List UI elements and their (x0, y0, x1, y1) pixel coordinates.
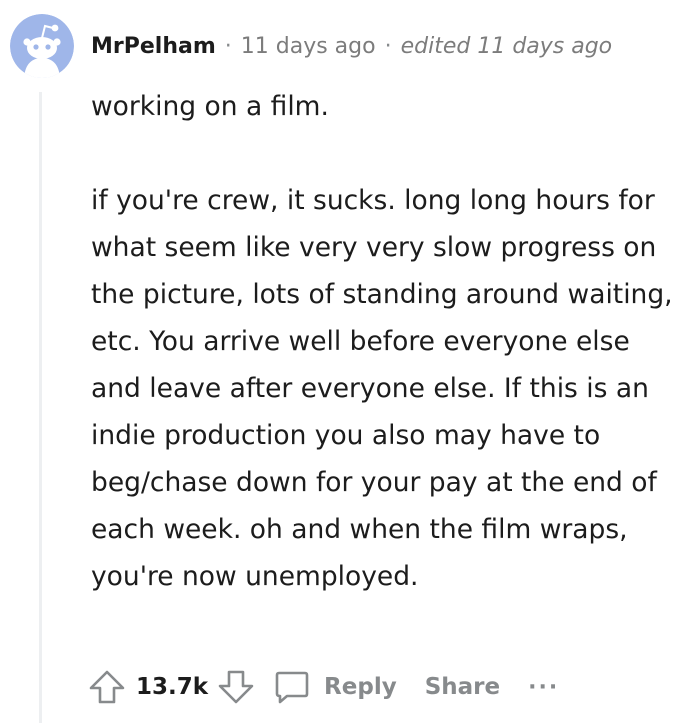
comment-bubble-icon (275, 671, 309, 704)
snoo-avatar-icon (10, 14, 74, 78)
thread-collapse-line[interactable] (39, 92, 42, 723)
comment-meta: MrPelham · 11 days ago · edited 11 days … (91, 30, 612, 62)
upvote-arrow-icon (89, 670, 125, 704)
downvote-button[interactable] (216, 667, 256, 707)
comment-timestamp[interactable]: 11 days ago (241, 34, 376, 59)
meta-separator: · (224, 33, 232, 59)
upvote-button[interactable] (87, 667, 127, 707)
avatar[interactable] (10, 14, 74, 78)
meta-separator: · (384, 33, 392, 59)
downvote-arrow-icon (218, 670, 254, 704)
share-button[interactable]: Share (425, 674, 500, 700)
comment-paragraph: working on a film. (91, 91, 329, 122)
reply-label: Reply (324, 674, 397, 700)
edited-timestamp: edited 11 days ago (400, 33, 613, 59)
comment-paragraph: if you're crew, it sucks. long long hour… (91, 185, 673, 592)
comment-body: working on a film. if you're crew, it su… (91, 83, 686, 600)
reply-button[interactable]: Reply (272, 667, 397, 707)
comment-action-bar: 13.7k Reply Share ··· (87, 664, 559, 710)
vote-score: 13.7k (136, 674, 209, 700)
comment-author[interactable]: MrPelham (91, 34, 216, 59)
more-options-button[interactable]: ··· (528, 675, 559, 700)
